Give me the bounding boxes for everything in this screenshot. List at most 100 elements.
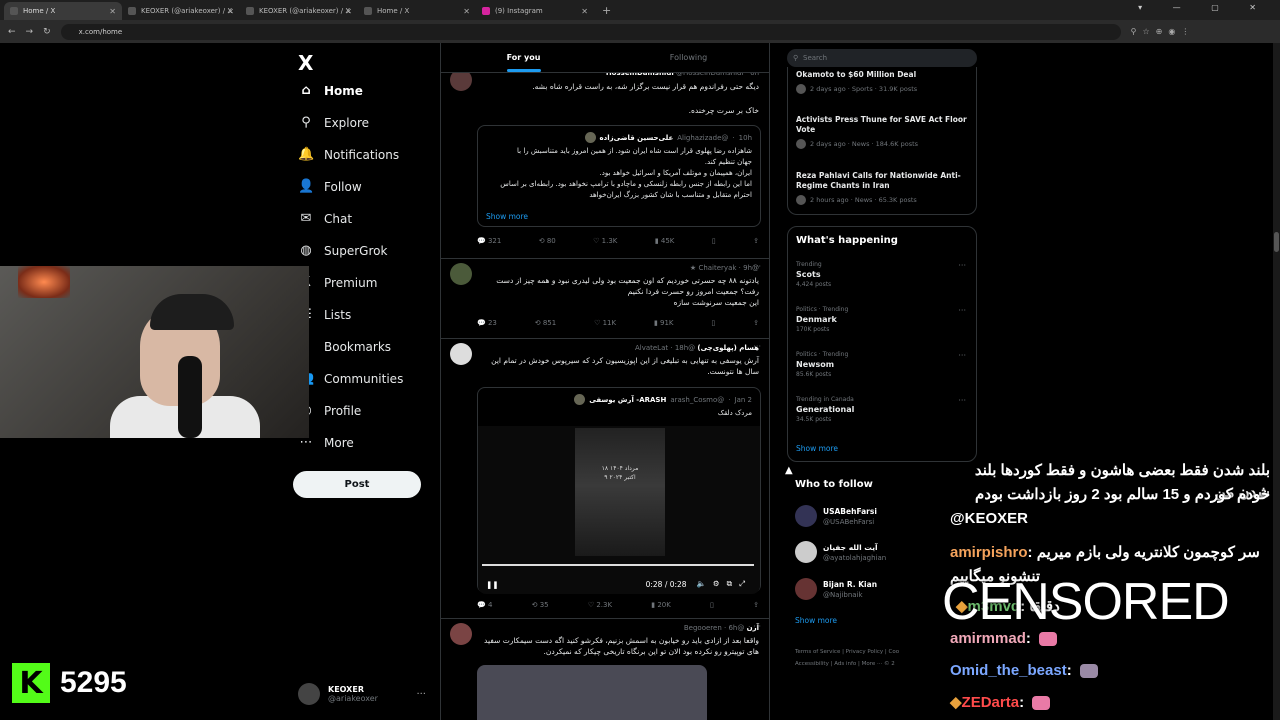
close-tab-icon[interactable]: ✕: [345, 7, 352, 16]
avatar: [795, 578, 817, 600]
repost-button[interactable]: ⟲ 80: [539, 237, 556, 245]
share-icon[interactable]: ⇪: [753, 237, 759, 245]
news-item[interactable]: Activists Press Thune for SAVE Act Floor…: [796, 115, 968, 149]
more-icon[interactable]: ···: [753, 262, 761, 271]
close-tab-icon[interactable]: ✕: [581, 7, 588, 16]
tab-following[interactable]: Following: [606, 43, 769, 72]
like-button[interactable]: ♡ 11K: [594, 319, 616, 327]
tweet-actions: 💬 23 ⟲ 851 ♡ 11K ▮ 91K ▯ ⇪: [477, 319, 759, 327]
browser-tab-keoxer[interactable]: KEOXER (@ariakeoxer) / X ✕: [122, 2, 240, 20]
browser-tab-home[interactable]: Home / X ✕: [4, 2, 122, 20]
sidebar-item-follow[interactable]: 👤 Follow: [298, 179, 362, 194]
close-tab-icon[interactable]: ✕: [227, 7, 234, 16]
sidebar-item-explore[interactable]: ⚲ Explore: [298, 115, 369, 130]
video-icons[interactable]: 🔈⚙⧉⤢: [697, 579, 752, 589]
x-favicon-icon: [128, 7, 136, 15]
browser-tab-keoxer-2[interactable]: KEOXER (@ariakeoxer) / X ✕: [240, 2, 358, 20]
viewer-count: 5295: [60, 666, 127, 699]
show-more-link[interactable]: Show more: [486, 212, 528, 221]
new-tab-button[interactable]: +: [602, 4, 611, 17]
pause-icon[interactable]: ❚❚: [486, 580, 499, 589]
tweet[interactable]: آرن @Begooeren · 6h ··· واقعا بعد از ازا…: [441, 619, 769, 720]
sidebar-item-premium[interactable]: 𝕏Premium: [298, 275, 378, 290]
scrollbar-thumb[interactable]: [1274, 232, 1279, 252]
like-button[interactable]: ♡ 2.3K: [588, 601, 612, 609]
who-to-follow-title: Who to follow: [795, 479, 873, 490]
close-tab-icon[interactable]: ✕: [109, 7, 116, 16]
sidebar-item-home[interactable]: ⌂ Home: [298, 83, 363, 98]
follow-suggestion[interactable]: Bijan R. Kian @Najibnaik: [795, 578, 877, 600]
more-icon[interactable]: ···: [753, 342, 761, 351]
quote-tweet[interactable]: 10h · @Alighazizade علی‌حسین قاضی‌زاده شاهز…: [477, 125, 761, 227]
reply-button[interactable]: 💬 321: [477, 237, 501, 245]
bookmark-icon[interactable]: ▯: [712, 237, 716, 245]
follow-suggestion[interactable]: USABehFarsi @USABehFarsi: [795, 505, 877, 527]
share-icon[interactable]: ⇪: [753, 601, 759, 609]
x-logo-icon[interactable]: X: [298, 51, 313, 75]
more-icon[interactable]: ···: [958, 261, 966, 270]
views-button[interactable]: ▮ 45K: [655, 237, 675, 245]
sidebar-item-notifications[interactable]: 🔔 Notifications: [298, 147, 399, 162]
reply-button[interactable]: 💬 23: [477, 319, 497, 327]
more-icon[interactable]: ···: [958, 306, 966, 315]
trend-item[interactable]: Politics · Trending Denmark 170K posts ···: [796, 306, 968, 333]
tab-for-you[interactable]: For you: [441, 43, 606, 72]
more-icon[interactable]: ···: [958, 396, 966, 405]
post-button[interactable]: Post: [293, 471, 421, 498]
reply-button[interactable]: 💬 4: [477, 601, 492, 609]
person-add-icon: 👤: [298, 179, 315, 194]
sidebar-item-label: Chat: [324, 211, 353, 226]
trend-item[interactable]: Trending Scots 4,424 posts ···: [796, 261, 968, 288]
toolbar-icons[interactable]: ⚲☆⊕◉⋮: [1131, 27, 1196, 36]
sidebar-item-bookmarks[interactable]: ▯Bookmarks: [298, 339, 391, 354]
like-button[interactable]: ♡ 1.3K: [593, 237, 617, 245]
tweet-actions: 💬 4 ⟲ 35 ♡ 2.3K ▮ 20K ▯ ⇪: [477, 601, 759, 609]
repost-button[interactable]: ⟲ 851: [535, 319, 556, 327]
share-icon[interactable]: ⇪: [753, 319, 759, 327]
tab-bar: Home / X ✕ KEOXER (@ariakeoxer) / X ✕ KEOX…: [0, 0, 1280, 20]
x-favicon-icon: [364, 7, 372, 15]
more-icon[interactable]: ···: [958, 351, 966, 360]
chat-message: خودم کوردم و 15 سالم بود 2 روز بازداشت ب…: [975, 486, 1270, 503]
forward-icon[interactable]: →: [26, 27, 34, 37]
account-name: KEOXER: [328, 685, 364, 694]
back-icon[interactable]: ←: [8, 27, 16, 37]
follow-suggestion[interactable]: آیت الله جفیان @ayatolahjaghian: [795, 541, 886, 563]
trend-item[interactable]: Trending in Canada Generational 34.5K post…: [796, 396, 968, 423]
more-dots-icon[interactable]: ···: [416, 689, 426, 700]
avatar[interactable]: [450, 263, 472, 285]
more-icon[interactable]: ···: [753, 622, 761, 631]
news-item[interactable]: Okamoto to $60 Million Deal 2 days ago · …: [796, 70, 968, 94]
video-progress-bar[interactable]: [482, 564, 754, 566]
sidebar-item-communities[interactable]: 👥Communities: [298, 371, 403, 386]
tweet[interactable]: HosseinDamshidi @HosseinDamshidi · 6h ··…: [441, 63, 769, 259]
close-tab-icon[interactable]: ✕: [463, 7, 470, 16]
news-item[interactable]: Reza Pahlavi Calls for Nationwide Anti-R…: [796, 171, 968, 205]
views-button[interactable]: ▮ 20K: [651, 601, 671, 609]
quote-header: 10h · @Alighazizade علی‌حسین قاضی‌زاده: [584, 132, 752, 143]
bookmark-icon[interactable]: ▯: [711, 319, 715, 327]
tweet[interactable]: @Chaiteryak · 9h ★ ··· یادتونه ۸۸ چه حسر…: [441, 259, 769, 339]
sidebar-item-supergrok[interactable]: ◍ SuperGrok: [298, 243, 387, 258]
avatar[interactable]: [450, 343, 472, 365]
search-input[interactable]: ⚲ Search: [787, 49, 977, 67]
show-more-link[interactable]: Show more: [796, 444, 838, 453]
views-button[interactable]: ▮ 91K: [654, 319, 674, 327]
avatar[interactable]: [450, 623, 472, 645]
tweet[interactable]: هسام (پهلوی‌چی) @AlvateLat · 18h ··· آرش…: [441, 339, 769, 619]
bookmark-icon[interactable]: ▯: [710, 601, 714, 609]
show-more-link[interactable]: Show more: [795, 616, 837, 625]
footer-links[interactable]: Terms of Service | Privacy Policy | Coo …: [795, 646, 925, 670]
trend-item[interactable]: Politics · Trending Newsom 85.6K posts ···: [796, 351, 968, 378]
account-switcher[interactable]: KEOXER @ariakeoxer ···: [298, 683, 438, 705]
browser-tab-instagram[interactable]: (9) Instagram ✕: [476, 2, 594, 20]
video-player[interactable]: ۱۸ مرداد ۱۴۰۴ ۹ اکتبر ۲۰۲۴ ❚❚ 0:28 / 0:28…: [478, 426, 760, 594]
reload-icon[interactable]: ↻: [43, 27, 51, 37]
repost-button[interactable]: ⟲ 35: [532, 601, 549, 609]
window-controls[interactable]: ▾ — ▢ ✕: [1138, 3, 1270, 12]
quote-tweet[interactable]: Jan 2 · @arash_Cosmo ARASH- آرش یوسفی مردک …: [477, 387, 761, 594]
sidebar-item-chat[interactable]: ✉ Chat: [298, 211, 353, 226]
tweet-image[interactable]: [477, 665, 707, 720]
browser-tab-home-2[interactable]: Home / X ✕: [358, 2, 476, 20]
address-bar[interactable]: x.com/home: [60, 23, 1121, 40]
